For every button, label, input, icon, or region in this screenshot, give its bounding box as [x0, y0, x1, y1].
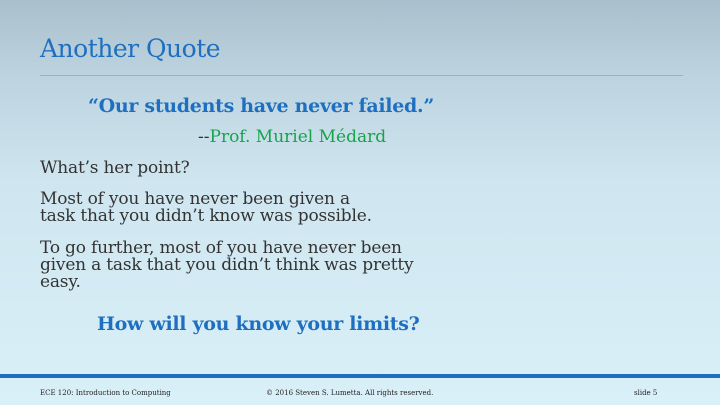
point-question: What’s her point? — [40, 158, 190, 178]
paragraph-2-line-2: given a task that you didn’t think was p… — [40, 255, 414, 275]
slide-title: Another Quote — [40, 34, 221, 63]
paragraph-2: To go further, most of you have never be… — [40, 240, 414, 292]
footer-bar — [0, 374, 720, 378]
paragraph-2-line-3: easy. — [40, 272, 81, 292]
attribution-name: Prof. Muriel Médard — [209, 127, 387, 147]
footer-course: ECE 120: Introduction to Computing — [40, 389, 171, 397]
quote-attribution: --Prof. Muriel Médard — [198, 127, 386, 147]
paragraph-1: Most of you have never been given a task… — [40, 191, 372, 225]
title-divider — [40, 75, 683, 76]
attribution-dash: -- — [198, 127, 210, 147]
footer-copyright: © 2016 Steven S. Lumetta. All rights res… — [266, 389, 434, 397]
paragraph-1-line-2: task that you didn’t know was possible. — [40, 206, 372, 226]
closing-question: How will you know your limits? — [97, 313, 420, 335]
slide: Another Quote “Our students have never f… — [0, 0, 720, 405]
quote-text: “Our students have never failed.” — [88, 95, 434, 117]
footer-slide-number: slide 5 — [634, 389, 658, 397]
